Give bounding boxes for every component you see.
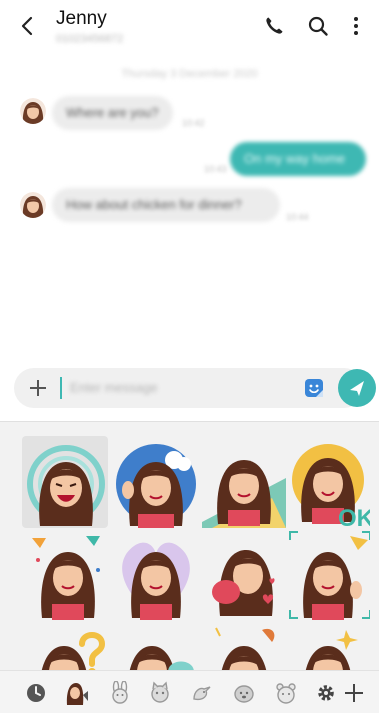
bear-icon[interactable]: [274, 681, 298, 705]
back-arrow-icon[interactable]: [16, 14, 40, 38]
sticker-grid: OK: [22, 430, 370, 670]
ar-emoji-sticker-heart[interactable]: [114, 530, 198, 620]
message-time: 10:44: [286, 212, 309, 222]
contact-number: 01023456872: [56, 33, 124, 45]
ar-emoji-sticker-thumbs-up[interactable]: [202, 438, 286, 528]
ar-emoji-sticker-ok[interactable]: OK: [288, 438, 370, 532]
contact-name[interactable]: Jenny: [56, 8, 107, 30]
conversation-area: Thursday 3 December 2020 Where are you? …: [0, 54, 379, 366]
ar-emoji-sticker-kiss[interactable]: [202, 530, 286, 620]
conversation-header: Jenny 01023456872: [0, 0, 379, 54]
ar-emoji-sticker-sleepy[interactable]: [202, 622, 286, 670]
attach-plus-icon[interactable]: [28, 378, 48, 398]
ar-emoji-sticker-party[interactable]: [26, 530, 110, 620]
recent-icon[interactable]: [24, 681, 48, 705]
cat-icon[interactable]: [148, 681, 172, 705]
ok-caption: OK: [338, 505, 370, 528]
send-button[interactable]: [338, 369, 376, 407]
incoming-message[interactable]: Where are you?: [52, 96, 173, 130]
sticker-icon[interactable]: [304, 378, 324, 398]
ar-emoji-sticker-question[interactable]: [26, 622, 110, 670]
add-sticker-icon[interactable]: [342, 681, 366, 705]
ar-emoji-sticker-laughing[interactable]: [22, 436, 110, 528]
more-options-icon[interactable]: [344, 14, 368, 38]
my-emoji-icon[interactable]: [64, 681, 88, 705]
incoming-message[interactable]: How about chicken for dinner?: [52, 188, 280, 222]
message-composer[interactable]: Enter message: [14, 368, 364, 408]
date-divider: Thursday 3 December 2020: [121, 68, 258, 80]
bunny-icon[interactable]: [108, 681, 132, 705]
contact-avatar[interactable]: [20, 192, 46, 218]
ar-emoji-sticker-wink[interactable]: [288, 622, 370, 670]
contact-avatar[interactable]: [20, 98, 46, 124]
outgoing-message[interactable]: On my way home: [230, 142, 366, 176]
sticker-panel: OK: [0, 421, 379, 713]
text-cursor: [60, 377, 62, 399]
ar-emoji-sticker-scared[interactable]: [114, 622, 198, 670]
ar-emoji-sticker-waving[interactable]: [114, 438, 198, 528]
search-icon[interactable]: [306, 14, 330, 38]
sticker-category-tabs: [0, 670, 379, 713]
ar-emoji-sticker-wave[interactable]: [288, 530, 370, 620]
message-time: 10:42: [182, 118, 205, 128]
message-input[interactable]: Enter message: [70, 380, 157, 395]
phone-call-icon[interactable]: [262, 14, 286, 38]
bird-icon[interactable]: [190, 681, 214, 705]
dog-icon[interactable]: [232, 681, 256, 705]
send-arrow-icon: [350, 381, 364, 396]
settings-icon[interactable]: [314, 681, 338, 705]
message-time: 10:43: [204, 164, 227, 174]
